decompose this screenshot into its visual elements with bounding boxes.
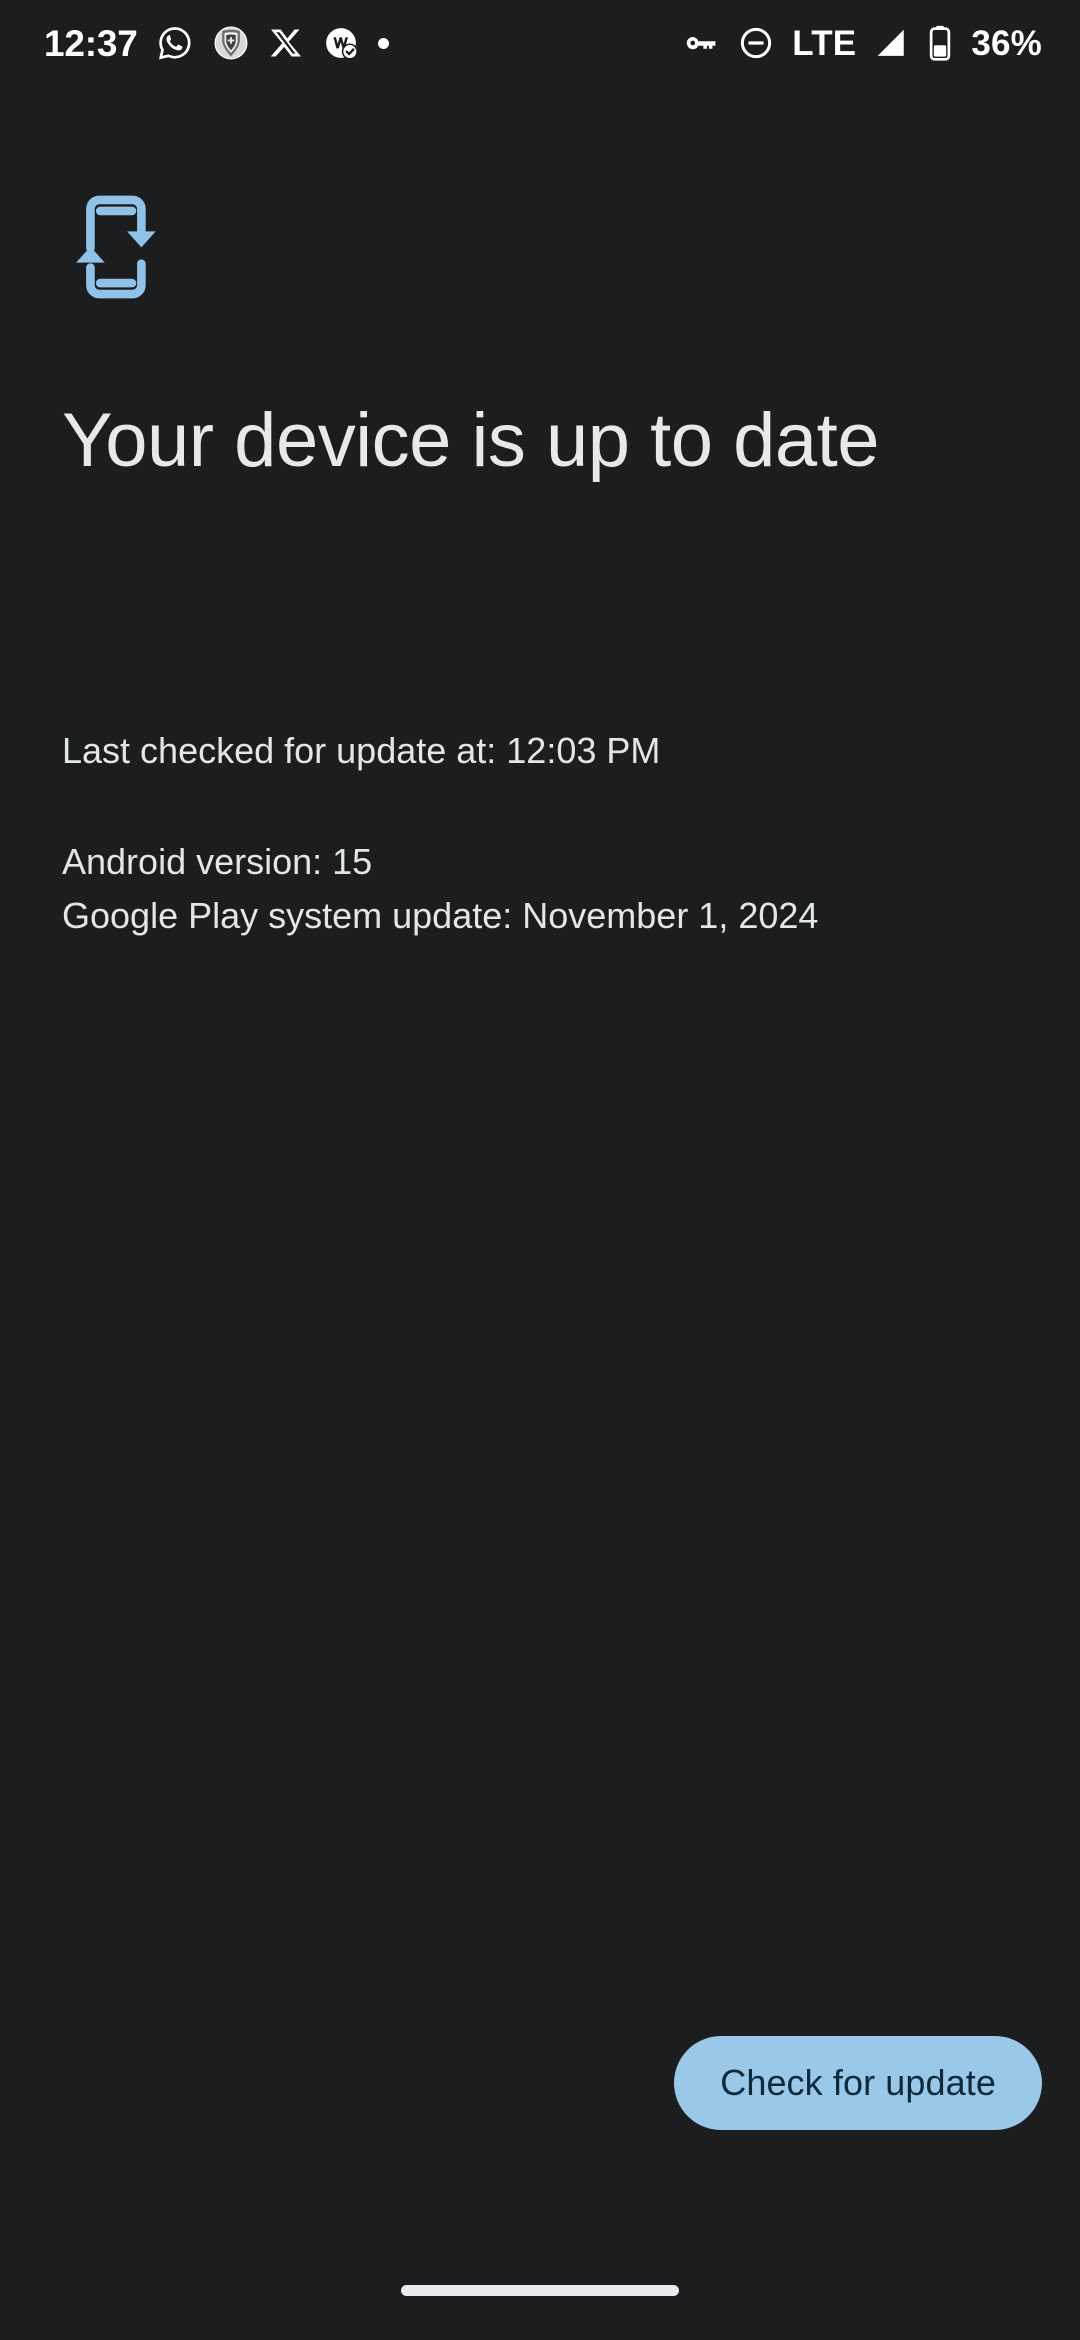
check-for-update-button[interactable]: Check for update xyxy=(674,2036,1042,2130)
system-update-screen: 12:37 LTE 36% Your device is up to date … xyxy=(0,0,1080,2340)
page-title: Your device is up to date xyxy=(62,398,880,483)
play-system-update-text: Google Play system update: November 1, 2… xyxy=(62,895,819,936)
system-update-icon xyxy=(62,188,160,311)
navigation-home-pill[interactable] xyxy=(401,2285,679,2296)
last-checked-text: Last checked for update at: 12:03 PM xyxy=(62,730,661,771)
android-version-text: Android version: 15 xyxy=(62,841,373,882)
version-info: Android version: 15 Google Play system u… xyxy=(62,835,1052,943)
main-content: Your device is up to date Last checked f… xyxy=(0,0,1080,2340)
